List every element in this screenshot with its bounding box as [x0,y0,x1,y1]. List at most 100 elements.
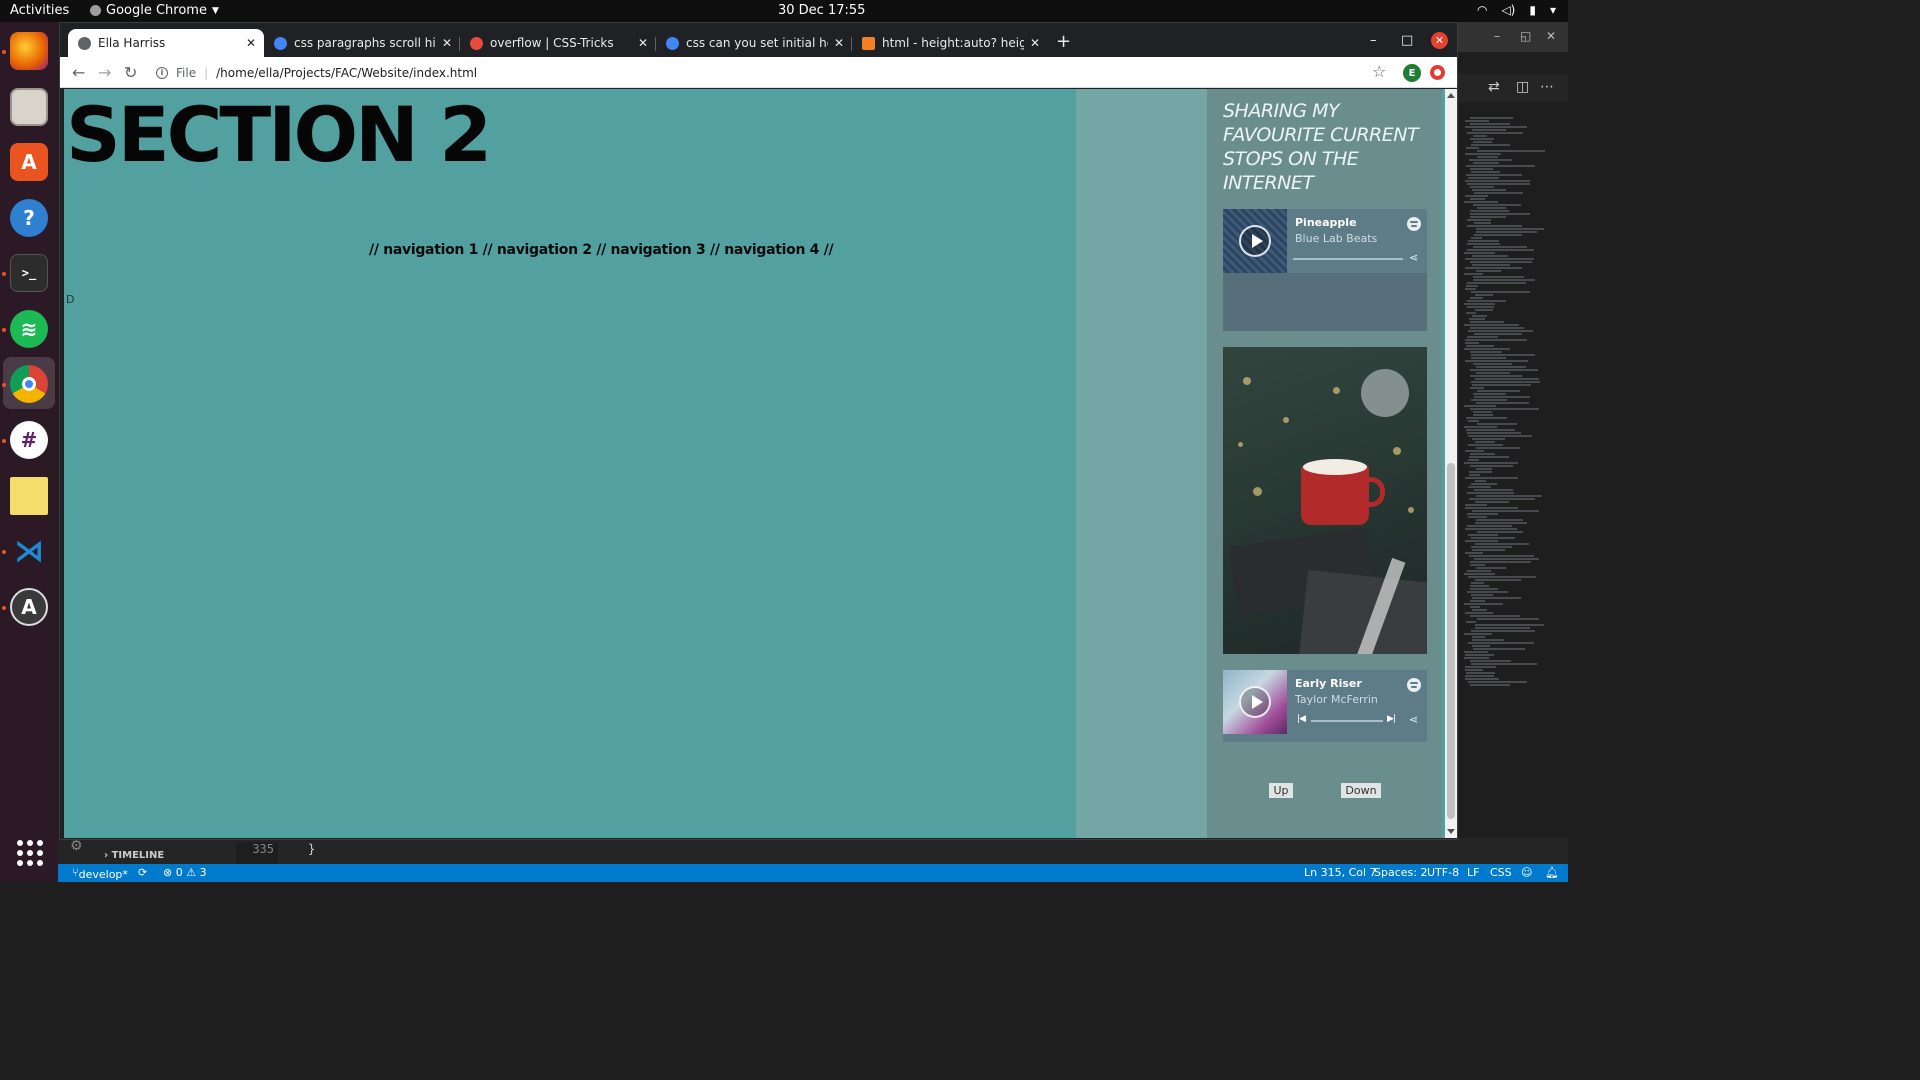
minimap-line [1473,141,1492,143]
spotify-player-pineapple[interactable]: Pineapple Blue Lab Beats ⋖ [1223,209,1427,331]
feedback-icon[interactable]: ☺ [1521,866,1532,879]
close-tab-icon[interactable]: ✕ [834,36,844,50]
navigation-links[interactable]: // navigation 1 // navigation 2 // navig… [369,242,834,258]
minimap-line [1470,123,1510,125]
indentation[interactable]: Spaces: 2 [1374,866,1427,879]
back-button[interactable]: ← [72,63,85,82]
close-tab-icon[interactable]: ✕ [638,36,648,50]
restore-icon[interactable]: ◱ [1520,29,1531,43]
close-window-button[interactable]: ✕ [1431,32,1448,49]
language-mode[interactable]: CSS [1490,866,1512,879]
page-scrollbar[interactable] [1445,89,1457,838]
reload-button[interactable]: ↻ [124,63,137,82]
spotify-icon[interactable] [1407,678,1421,692]
notifications-icon[interactable]: 🔔︎ [1545,866,1559,879]
bookmark-star-icon[interactable]: ☆ [1372,62,1386,81]
gear-icon[interactable]: ⚙ [70,838,83,854]
forward-button[interactable]: → [98,63,111,82]
code-line[interactable]: } [308,842,315,856]
track-title[interactable]: Pineapple [1295,216,1357,229]
sync-icon[interactable]: ⟳ [138,866,147,879]
encoding[interactable]: UTF-8 [1427,866,1459,879]
bokeh-light [1408,507,1414,513]
close-icon[interactable]: ✕ [1546,29,1556,43]
spotify-icon[interactable]: ≋ [10,310,48,348]
minimap-line [1467,525,1512,527]
player-footer [1223,273,1427,331]
git-branch[interactable]: ⑂ develop* [72,866,128,881]
tab-title: overflow | CSS-Tricks [490,36,614,50]
firefox-icon[interactable] [10,32,48,70]
artist-name[interactable]: Taylor McFerrin [1295,693,1378,706]
progress-bar[interactable] [1311,720,1383,722]
files-icon[interactable] [10,88,48,126]
scroll-up-icon[interactable] [1447,93,1455,98]
tab-ella-harriss[interactable]: Ella Harriss ✕ [68,29,264,57]
sticky-notes-icon[interactable] [10,477,48,515]
minimap-line [1467,336,1498,338]
show-applications-icon[interactable] [17,840,43,866]
new-tab-button[interactable]: + [1056,33,1071,51]
slack-icon[interactable]: # [10,421,48,459]
vscode-icon[interactable]: ⋊ [10,532,48,570]
close-tab-icon[interactable]: ✕ [1030,36,1040,50]
line-endings[interactable]: LF [1467,866,1479,879]
problems-count[interactable]: ⊗ 0 ⚠ 3 [163,866,207,879]
address-bar[interactable]: i File | /home/ella/Projects/FAC/Website… [156,60,1386,85]
next-track-icon[interactable]: ▶| [1387,714,1396,724]
tab-stackoverflow[interactable]: html - height:auto? height ✕ [852,29,1048,57]
profile-avatar[interactable]: E [1403,64,1421,82]
minimap-line [1466,621,1476,623]
minimap-line [1477,156,1498,158]
clock[interactable]: 30 Dec 17:55 [778,3,865,18]
extension-icon[interactable] [1430,65,1445,80]
previous-track-icon[interactable]: |◀ [1297,714,1306,724]
software-updater-icon[interactable]: A [10,588,48,626]
minimap-line [1475,579,1521,581]
minimap[interactable] [1460,117,1560,697]
spotify-icon[interactable] [1407,217,1421,231]
artist-name[interactable]: Blue Lab Beats [1295,232,1377,245]
scrollbar-thumb[interactable] [1447,463,1455,819]
timeline-section[interactable]: › TIMELINE [104,850,164,861]
minimize-icon[interactable]: – [1494,29,1500,43]
split-editor-icon[interactable]: ◫ [1516,79,1529,95]
minimap-line [1466,345,1494,347]
minimap-line [1471,237,1482,239]
close-tab-icon[interactable]: ✕ [442,36,452,50]
close-tab-icon[interactable]: ✕ [246,36,256,50]
down-button[interactable]: Down [1341,783,1381,798]
bokeh-light [1238,442,1243,447]
minimap-line [1467,570,1491,572]
compare-icon[interactable]: ⇄ [1488,79,1500,95]
tab-css-tricks[interactable]: overflow | CSS-Tricks ✕ [460,29,656,57]
more-actions-icon[interactable]: ⋯ [1540,79,1554,95]
spotify-player-early-riser[interactable]: Early Riser Taylor McFerrin |◀ ▶| ⋖ [1223,670,1427,742]
play-button[interactable] [1239,686,1271,718]
help-icon[interactable]: ? [10,199,48,237]
software-center-icon[interactable]: A [10,143,48,181]
info-icon[interactable]: i [156,66,168,79]
app-menu[interactable]: Google Chrome ▼ [90,3,219,18]
share-icon[interactable]: ⋖ [1409,251,1418,264]
terminal-icon[interactable]: >_ [10,254,48,292]
scroll-down-icon[interactable] [1447,829,1455,834]
tab-css-paragraphs[interactable]: css paragraphs scroll hide ✕ [264,29,460,57]
minimap-line [1470,321,1504,323]
progress-bar[interactable] [1293,258,1403,260]
minimap-line [1470,585,1489,587]
tab-css-initial-height[interactable]: css can you set initial heig ✕ [656,29,852,57]
play-button[interactable] [1239,225,1271,257]
minimap-line [1477,423,1517,425]
up-button[interactable]: Up [1269,783,1293,798]
minimap-line [1464,462,1518,464]
bokeh-light [1333,387,1340,394]
chrome-icon[interactable] [10,365,48,403]
minimize-icon[interactable]: – [1370,33,1377,48]
system-tray[interactable]: ◠ ◁) ▮ ▾ [1477,3,1556,17]
track-title[interactable]: Early Riser [1295,677,1362,690]
cursor-position[interactable]: Ln 315, Col 7 [1304,866,1377,879]
activities-button[interactable]: Activities [10,3,69,18]
share-icon[interactable]: ⋖ [1409,713,1418,726]
maximize-icon[interactable]: □ [1401,33,1413,48]
